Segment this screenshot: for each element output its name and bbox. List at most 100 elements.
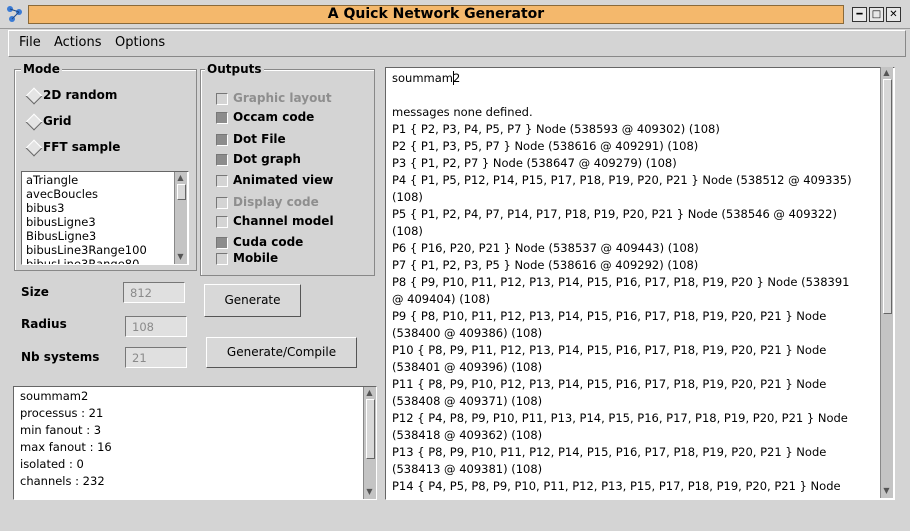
radius-field[interactable]: 108 <box>125 316 187 337</box>
title-bar[interactable]: A Quick Network Generator ━ □ ✕ <box>0 0 910 29</box>
radius-label: Radius <box>21 317 67 331</box>
radio-indicator[interactable] <box>25 139 43 157</box>
output-text-area[interactable]: soummam2 messages none defined. P1 { P2,… <box>385 67 895 500</box>
outputs-group-title: Outputs <box>205 62 264 76</box>
text-cursor <box>453 71 454 85</box>
maximize-icon[interactable]: □ <box>869 7 884 22</box>
checkbox-box[interactable] <box>216 253 228 265</box>
checkbox-animated-view[interactable]: Animated view <box>216 173 366 188</box>
stats-scrollbar[interactable]: ▲ ▼ <box>363 387 376 499</box>
generate-button[interactable]: Generate <box>204 284 301 317</box>
checkbox-box[interactable] <box>216 216 228 228</box>
stats-line: max fanout : 16 <box>20 440 112 454</box>
output-scrollbar[interactable]: ▲ ▼ <box>880 67 893 498</box>
checkbox-cuda-code[interactable]: Cuda code <box>216 235 366 250</box>
output-line: (538408 @ 409371) (108) <box>392 394 543 408</box>
output-line: P3 { P1, P2, P7 } Node (538647 @ 409279)… <box>392 156 677 170</box>
nb-systems-label: Nb systems <box>21 350 100 364</box>
checkbox-channel-model[interactable]: Channel model <box>216 214 366 229</box>
checkbox-dot-file[interactable]: Dot File <box>216 132 366 147</box>
list-item[interactable]: bibusLine3Range80 <box>26 257 139 264</box>
scroll-up-icon[interactable]: ▲ <box>176 173 185 182</box>
scroll-up-icon[interactable]: ▲ <box>882 68 891 77</box>
radio-fft-sample[interactable]: FFT sample <box>25 139 187 157</box>
checkbox-graphic-layout[interactable]: Graphic layout <box>216 91 366 106</box>
list-item[interactable]: bibus3 <box>26 201 64 215</box>
scroll-down-icon[interactable]: ▼ <box>882 486 891 495</box>
checkbox-box[interactable] <box>216 112 228 124</box>
checkbox-box[interactable] <box>216 237 228 249</box>
output-line: P14 { P4, P5, P8, P9, P10, P11, P12, P13… <box>392 479 841 493</box>
output-line: (108) <box>392 190 423 204</box>
network-icon[interactable] <box>6 5 24 23</box>
checkbox-box[interactable] <box>216 197 228 209</box>
scroll-down-icon[interactable]: ▼ <box>365 487 374 496</box>
output-line: messages none defined. <box>392 105 533 119</box>
close-icon[interactable]: ✕ <box>886 7 901 22</box>
list-scrollbar[interactable]: ▲ ▼ <box>174 172 187 264</box>
list-item[interactable]: aTriangle <box>26 173 78 187</box>
stats-line: min fanout : 3 <box>20 423 102 437</box>
output-line: (538413 @ 409381) (108) <box>392 462 543 476</box>
stats-line: soummam2 <box>20 389 89 403</box>
scroll-thumb[interactable] <box>366 399 375 459</box>
size-field[interactable]: 812 <box>123 282 185 303</box>
checkbox-label: Dot graph <box>233 152 301 166</box>
radio-indicator[interactable] <box>25 113 43 131</box>
checkbox-box[interactable] <box>216 134 228 146</box>
stats-panel[interactable]: soummam2 processus : 21 min fanout : 3 m… <box>13 386 377 500</box>
menu-file[interactable]: File <box>19 35 41 50</box>
checkbox-label: Cuda code <box>233 235 304 249</box>
checkbox-display-code[interactable]: Display code <box>216 195 366 210</box>
radio-label: FFT sample <box>43 140 121 154</box>
output-line: P11 { P8, P9, P10, P12, P13, P14, P15, P… <box>392 377 827 391</box>
stats-line: channels : 232 <box>20 474 105 488</box>
nb-systems-field[interactable]: 21 <box>125 347 187 368</box>
stats-line: processus : 21 <box>20 406 104 420</box>
checkbox-box[interactable] <box>216 175 228 187</box>
output-line: P2 { P1, P3, P5, P7 } Node (538616 @ 409… <box>392 139 699 153</box>
list-item[interactable]: BibusLigne3 <box>26 229 96 243</box>
list-item[interactable]: bibusLine3Range100 <box>26 243 147 257</box>
output-line: (538401 @ 409396) (108) <box>392 360 543 374</box>
output-line: P9 { P8, P10, P11, P12, P13, P14, P15, P… <box>392 309 827 323</box>
size-label: Size <box>21 285 49 299</box>
checkbox-label: Dot File <box>233 132 286 146</box>
output-line: P8 { P9, P10, P11, P12, P13, P14, P15, P… <box>392 275 850 289</box>
checkbox-occam-code[interactable]: Occam code <box>216 110 366 125</box>
output-line: soummam2 <box>392 71 461 85</box>
checkbox-label: Channel model <box>233 214 334 228</box>
checkbox-box[interactable] <box>216 154 228 166</box>
mode-group-title: Mode <box>21 62 62 76</box>
list-item[interactable]: bibusLigne3 <box>26 215 96 229</box>
list-item[interactable]: avecBoucles <box>26 187 98 201</box>
radio-grid[interactable]: Grid <box>25 113 187 131</box>
output-line: P5 { P1, P2, P4, P7, P14, P17, P18, P19,… <box>392 207 837 221</box>
output-line: P13 { P8, P9, P10, P11, P12, P14, P15, P… <box>392 445 827 459</box>
output-line: P4 { P1, P5, P12, P14, P15, P17, P18, P1… <box>392 173 852 187</box>
checkbox-label: Occam code <box>233 110 315 124</box>
radio-2d-random[interactable]: 2D random <box>25 87 187 105</box>
output-line: @ 409404) (108) <box>392 292 491 306</box>
scroll-thumb[interactable] <box>177 184 186 200</box>
sample-list[interactable]: aTriangle avecBoucles bibus3 bibusLigne3… <box>21 171 189 265</box>
menu-actions[interactable]: Actions <box>54 35 102 50</box>
generate-compile-button[interactable]: Generate/Compile <box>206 337 357 368</box>
scroll-thumb[interactable] <box>883 79 892 314</box>
scroll-up-icon[interactable]: ▲ <box>365 388 374 397</box>
window-title: A Quick Network Generator <box>28 5 844 24</box>
checkbox-dot-graph[interactable]: Dot graph <box>216 152 366 167</box>
radio-label: Grid <box>43 114 72 128</box>
output-line: P1 { P2, P3, P4, P5, P7 } Node (538593 @… <box>392 122 720 136</box>
output-line: P12 { P4, P8, P9, P10, P11, P13, P14, P1… <box>392 411 848 425</box>
scroll-down-icon[interactable]: ▼ <box>176 252 185 261</box>
radio-label: 2D random <box>43 88 118 102</box>
output-line: P7 { P1, P2, P3, P5 } Node (538616 @ 409… <box>392 258 699 272</box>
checkbox-box[interactable] <box>216 93 228 105</box>
menu-options[interactable]: Options <box>115 35 165 50</box>
menu-bar: File Actions Options <box>8 30 906 57</box>
checkbox-mobile[interactable]: Mobile <box>216 251 366 266</box>
minimize-icon[interactable]: ━ <box>852 7 867 22</box>
radio-indicator[interactable] <box>25 87 43 105</box>
output-line: P6 { P16, P20, P21 } Node (538537 @ 4094… <box>392 241 699 255</box>
